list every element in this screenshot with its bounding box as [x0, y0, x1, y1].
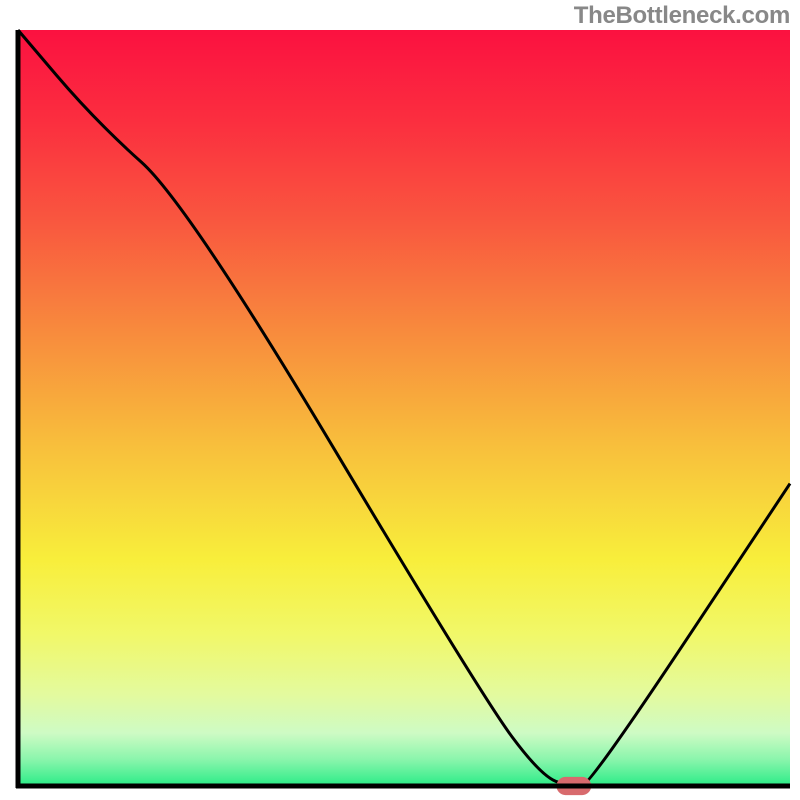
bottleneck-chart — [0, 0, 800, 800]
attribution-text: TheBottleneck.com — [574, 2, 790, 30]
chart-container: TheBottleneck.com — [0, 0, 800, 800]
gradient-panel — [18, 30, 790, 786]
